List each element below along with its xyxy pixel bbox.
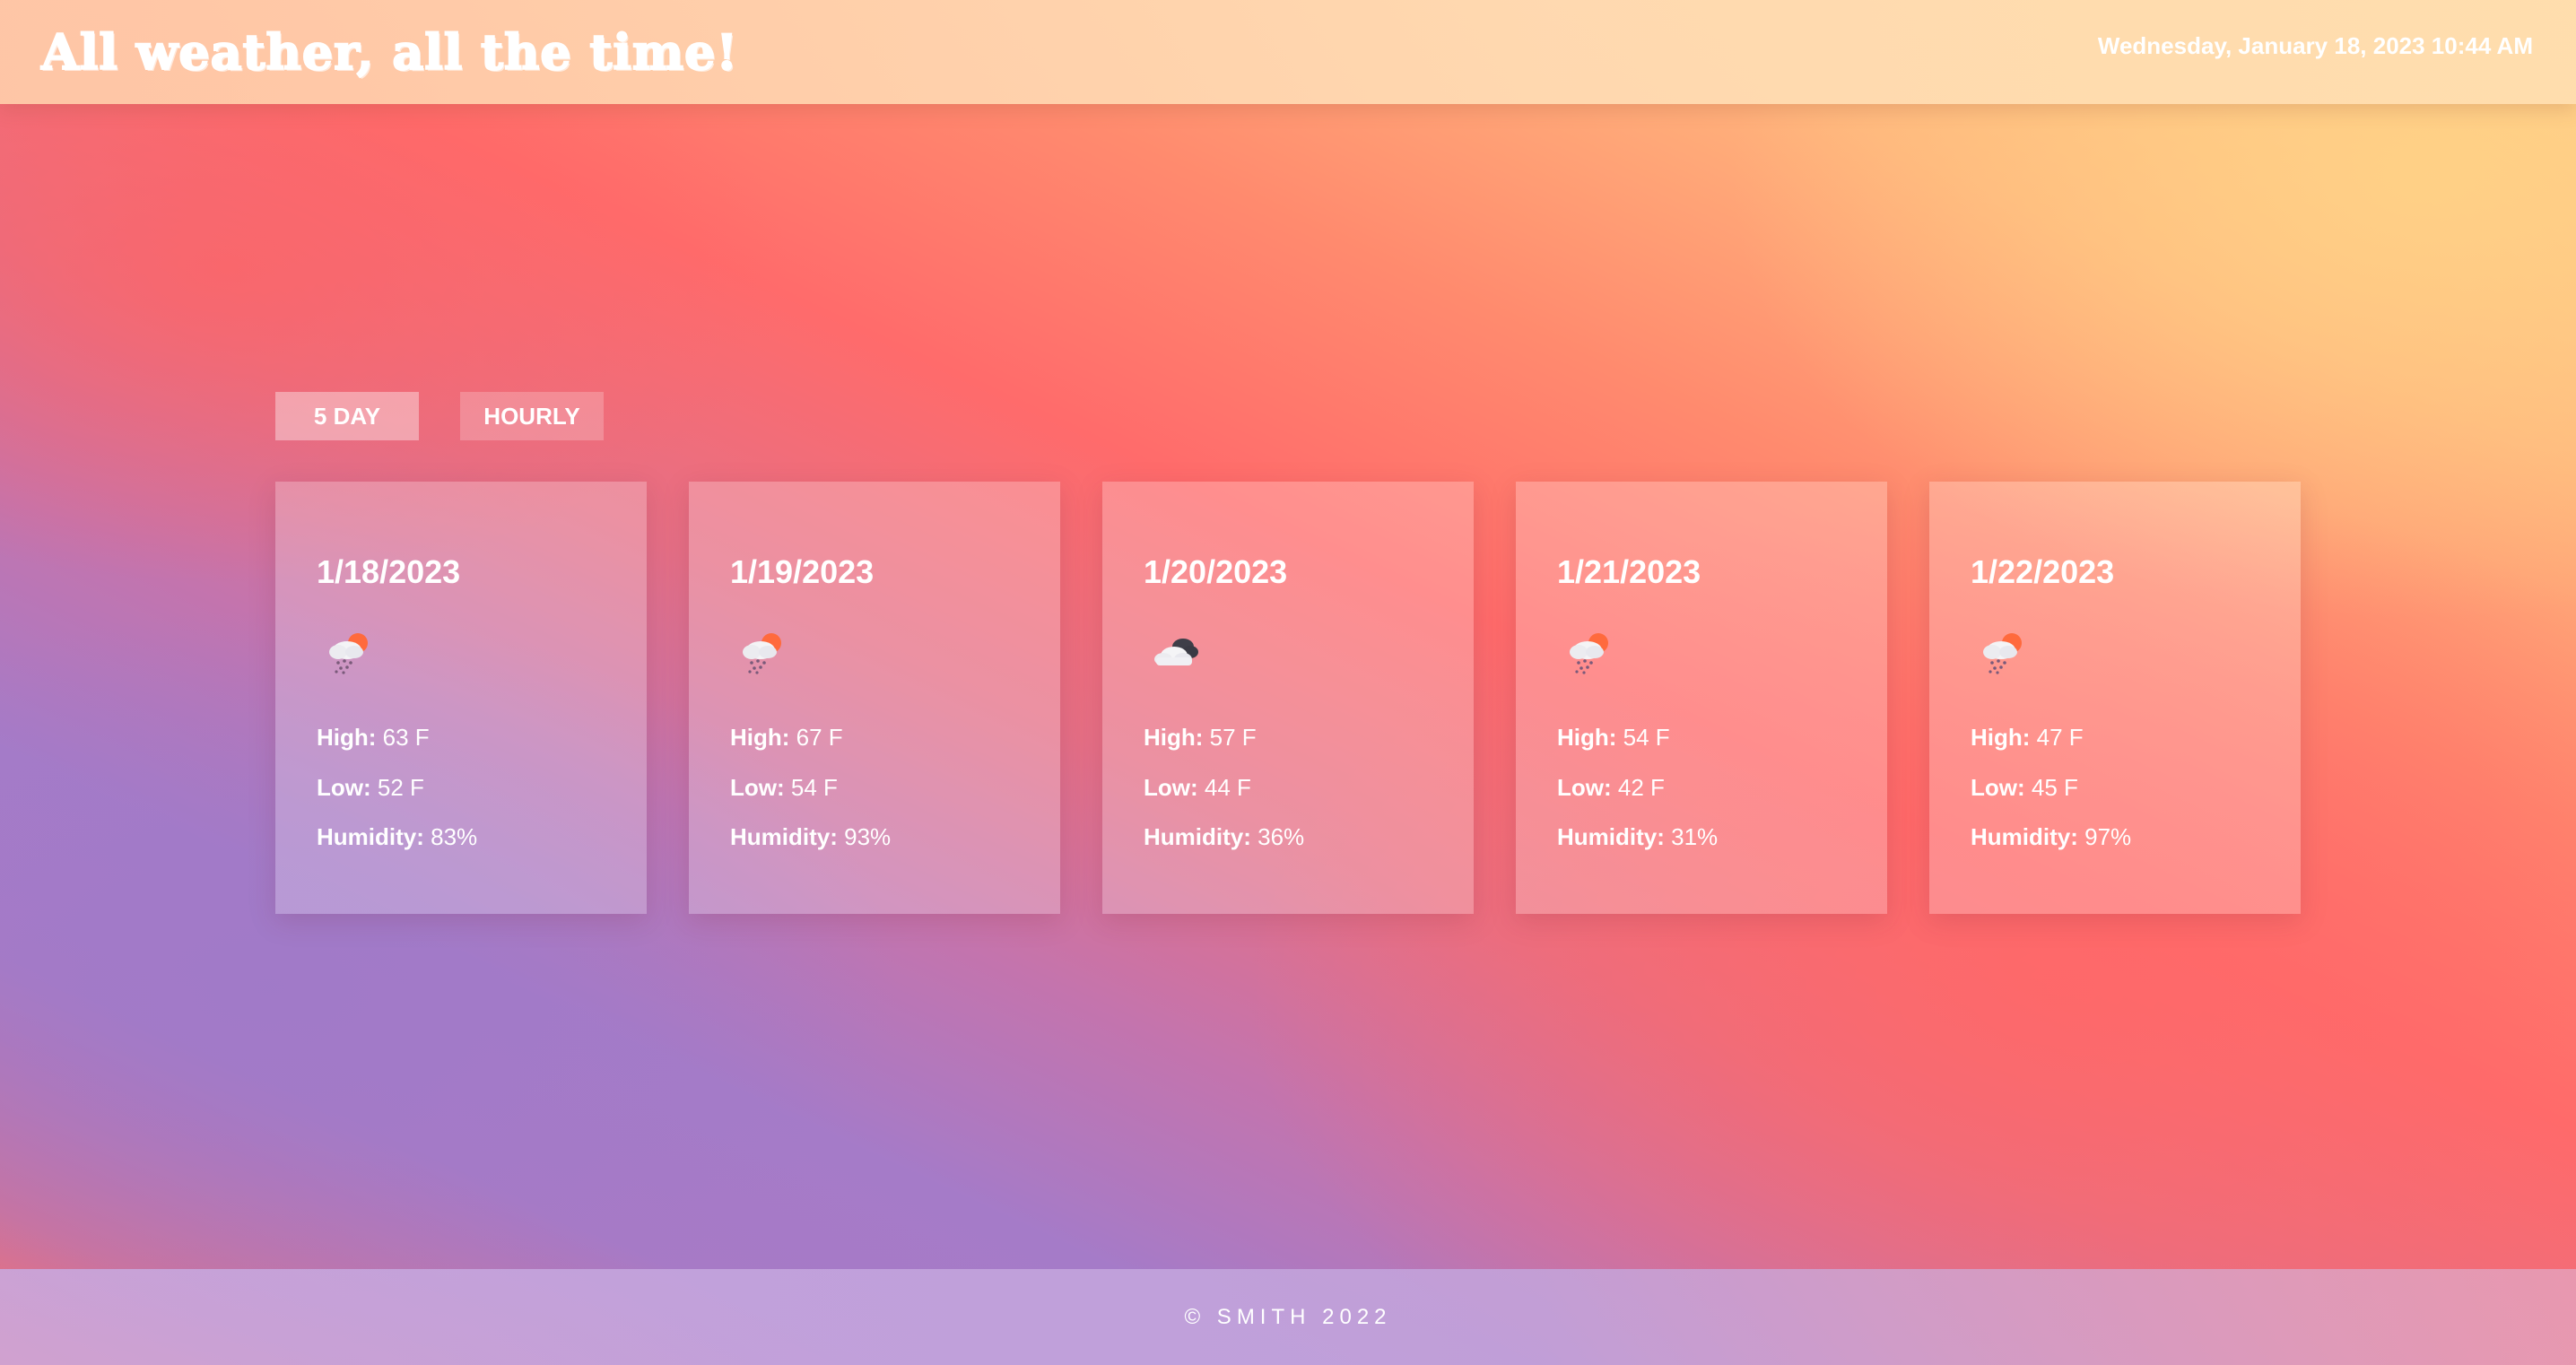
low-value: 45 F bbox=[2031, 774, 2078, 801]
tab-5-day[interactable]: 5 DAY bbox=[275, 392, 419, 440]
high-label: High: bbox=[730, 724, 790, 751]
low-label: Low: bbox=[1557, 774, 1612, 801]
humidity-label: Humidity: bbox=[1971, 823, 2078, 850]
low-label: Low: bbox=[1144, 774, 1198, 801]
high-label: High: bbox=[1971, 724, 2031, 751]
high-label: High: bbox=[1557, 724, 1617, 751]
high-label: High: bbox=[317, 724, 377, 751]
rain-cloud-sun-icon bbox=[743, 633, 781, 674]
site-title: All weather, all the time! bbox=[40, 22, 739, 82]
forecast-date: 1/19/2023 bbox=[730, 553, 875, 590]
low-value: 54 F bbox=[790, 774, 838, 801]
tab-hourly[interactable]: HOURLY bbox=[460, 392, 604, 440]
humidity-label: Humidity: bbox=[1557, 823, 1665, 850]
humidity-value: 36% bbox=[1258, 823, 1305, 850]
rain-cloud-sun-icon bbox=[1570, 633, 1608, 674]
rain-cloud-sun-icon bbox=[329, 633, 368, 674]
humidity-value: 83% bbox=[431, 823, 478, 850]
forecast-date: 1/18/2023 bbox=[317, 553, 461, 590]
forecast-card: 1/18/2023 High: 63 F Low: 52 F Humidity:… bbox=[275, 482, 647, 914]
low-value: 42 F bbox=[1617, 774, 1665, 801]
low-label: Low: bbox=[1971, 774, 2025, 801]
low-value: 44 F bbox=[1204, 774, 1251, 801]
app-header: All weather, all the time! Wednesday, Ja… bbox=[0, 0, 2576, 104]
low-label: Low: bbox=[317, 774, 371, 801]
forecast-card: 1/20/2023 High: 57 F Low: 44 F Humidity:… bbox=[1102, 482, 1474, 914]
low-label: Low: bbox=[730, 774, 785, 801]
humidity-value: 31% bbox=[1671, 823, 1719, 850]
forecast-card: 1/21/2023 High: 54 F Low: 42 F Humidity:… bbox=[1516, 482, 1887, 914]
low-value: 52 F bbox=[377, 774, 424, 801]
high-value: 67 F bbox=[796, 724, 843, 751]
humidity-value: 97% bbox=[2084, 823, 2132, 850]
high-label: High: bbox=[1144, 724, 1204, 751]
high-value: 57 F bbox=[1209, 724, 1257, 751]
forecast-card: 1/22/2023 High: 47 F Low: 45 F Humidity:… bbox=[1929, 482, 2301, 914]
forecast-date: 1/22/2023 bbox=[1971, 553, 2115, 590]
current-datetime: Wednesday, January 18, 2023 10:44 AM bbox=[2097, 32, 2533, 59]
high-value: 63 F bbox=[382, 724, 430, 751]
humidity-label: Humidity: bbox=[317, 823, 424, 850]
forecast-date: 1/21/2023 bbox=[1557, 553, 1701, 590]
copyright-text: © SMITH 2022 bbox=[1184, 1304, 1392, 1329]
humidity-label: Humidity: bbox=[730, 823, 838, 850]
humidity-value: 93% bbox=[844, 823, 892, 850]
forecast-date: 1/20/2023 bbox=[1144, 553, 1288, 590]
high-value: 47 F bbox=[2036, 724, 2084, 751]
app-footer: © SMITH 2022 bbox=[0, 1269, 2576, 1365]
high-value: 54 F bbox=[1623, 724, 1670, 751]
forecast-card: 1/19/2023 High: 67 F Low: 54 F Humidity:… bbox=[689, 482, 1060, 914]
broken-clouds-icon bbox=[1154, 639, 1198, 665]
rain-cloud-sun-icon bbox=[1983, 633, 2022, 674]
humidity-label: Humidity: bbox=[1144, 823, 1251, 850]
